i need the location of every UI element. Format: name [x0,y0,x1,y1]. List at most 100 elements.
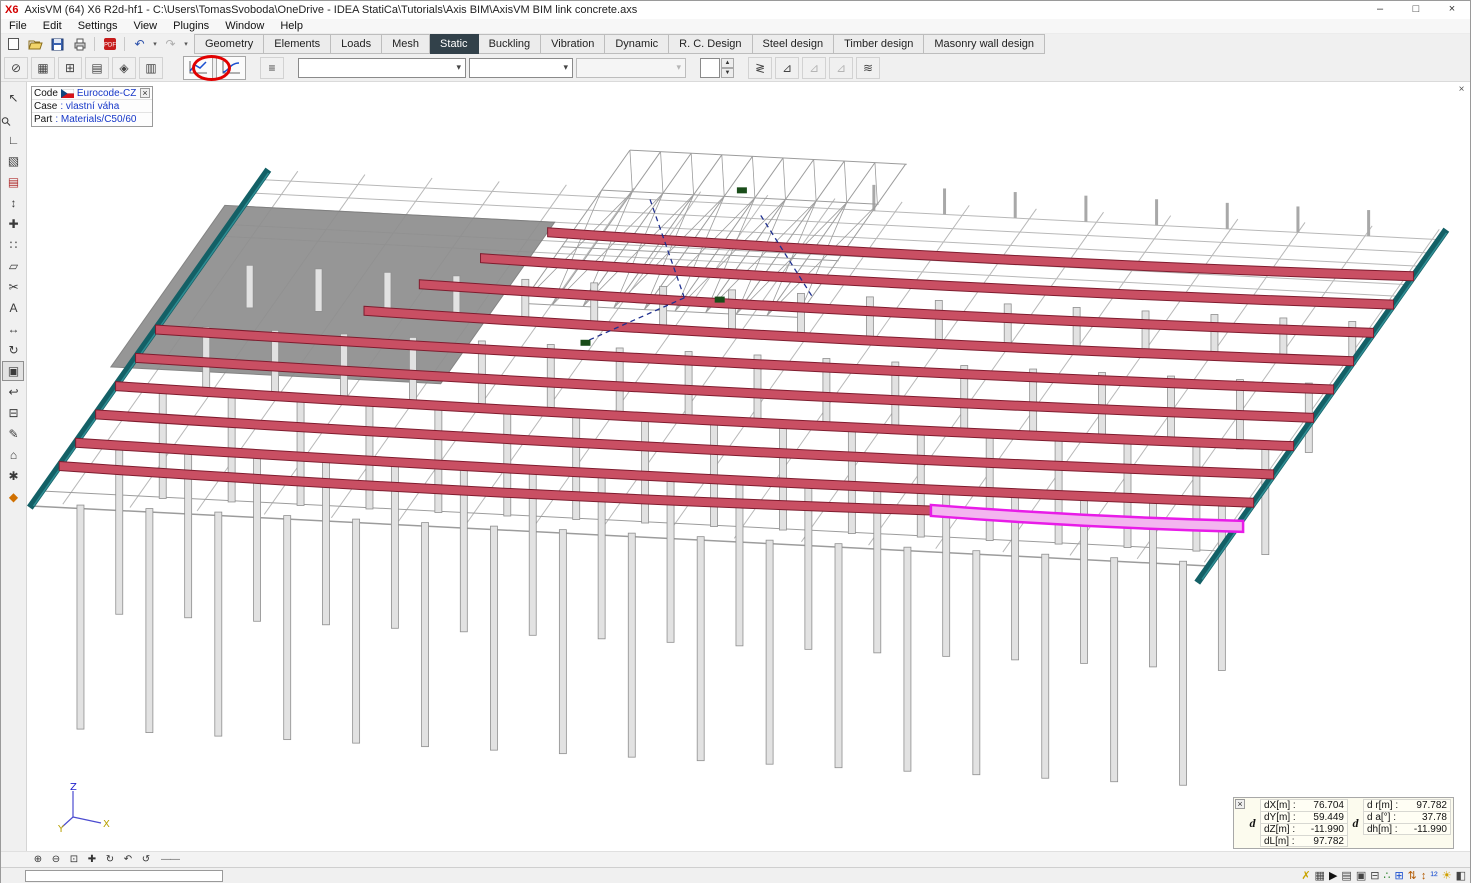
workplane-icon[interactable]: ▱ [2,256,24,276]
menu-settings[interactable]: Settings [70,19,126,34]
render-mode-icon[interactable]: ▣ [2,361,24,381]
coord-row[interactable]: dL[m] : 97.782 [1260,835,1348,847]
structural-grid-icon[interactable]: ⊞ [1394,869,1403,883]
menu-plugins[interactable]: Plugins [165,19,217,34]
coord-row[interactable]: dY[m] : 59.449 [1260,811,1348,823]
display-options-icon[interactable]: ▣ [1356,869,1366,883]
menu-edit[interactable]: Edit [35,19,70,34]
open-file-icon[interactable] [25,36,46,53]
coord-row[interactable]: d r[m] : 97.782 [1363,799,1451,811]
minmax-icon[interactable]: ≷ [748,57,772,79]
tab-steel-design[interactable]: Steel design [753,34,835,54]
cut-icon[interactable]: ✂ [2,277,24,297]
layers-icon[interactable]: ⊟ [1370,869,1379,883]
section-diagram-icon[interactable]: ⊿ [802,57,826,79]
envelope-diagram-icon[interactable]: ⊿ [829,57,853,79]
close-icon[interactable]: × [1456,84,1467,95]
dimension-icon[interactable]: ↔ [2,319,24,339]
undo-dropdown-icon[interactable]: ▾ [151,40,159,48]
tab-static[interactable]: Static [430,34,479,54]
table-browser-icon[interactable]: ⊟ [2,403,24,423]
nonlinear-static-analysis-button[interactable] [216,56,246,80]
display-mode-combo[interactable]: ▾ [469,58,573,78]
delete-results-icon[interactable]: ⊘ [4,57,28,79]
isosurface-icon[interactable]: ≋ [856,57,880,79]
coord-row[interactable]: dZ[m] : -11.990 [1260,823,1348,835]
close-icon[interactable]: × [1235,799,1245,809]
geometry-tools-icon[interactable]: ✚ [2,214,24,234]
coord-row[interactable]: dh[m] : -11.990 [1363,823,1451,835]
contour-icon[interactable]: ◧ [1456,869,1466,883]
zoom-window-icon[interactable]: ⊡ [67,854,81,865]
model-info-box[interactable]: Code Eurocode-CZ × Case : vlastní váha P… [31,86,153,127]
redo-dropdown-icon[interactable]: ▾ [182,40,190,48]
save-icon[interactable] [47,36,68,53]
units-icon[interactable]: ¹² [1430,869,1437,883]
color-legend-icon[interactable]: ▤ [85,57,109,79]
table-editor-icon[interactable]: ▦ [1315,869,1325,883]
rotate-icon[interactable]: ↻ [2,340,24,360]
snap-options-icon[interactable]: ∴ [1383,869,1390,883]
daylight-icon[interactable]: ☀ [1442,869,1452,883]
minimize-button[interactable]: – [1362,1,1398,19]
tab-vibration[interactable]: Vibration [541,34,605,54]
query-table-icon[interactable]: ⊞ [58,57,82,79]
model-viewport[interactable]: × Code Eurocode-CZ × Case : vlastní váha [27,82,1470,851]
tab-geometry[interactable]: Geometry [194,34,264,54]
snap-grid-icon[interactable]: ∷ [2,235,24,255]
close-button[interactable]: × [1434,1,1470,19]
previous-view-icon[interactable]: ↶ [121,854,135,865]
settings-icon[interactable]: ✱ [2,466,24,486]
model-info-icon[interactable]: ◆ [2,487,24,507]
spinner-up-icon[interactable]: ▲ [721,58,734,68]
parts-icon[interactable]: ▧ [2,151,24,171]
maximize-button[interactable]: □ [1398,1,1434,19]
palette-icon[interactable]: ◈ [112,57,136,79]
edit-icon[interactable]: ✎ [2,424,24,444]
redo-icon[interactable]: ↷ [160,36,181,53]
scale-spinner[interactable]: ▲ ▼ [700,58,734,78]
report-maker-icon[interactable]: ▤ [1341,869,1351,883]
result-tables-icon[interactable]: ▦ [31,57,55,79]
tab-mesh[interactable]: Mesh [382,34,430,54]
close-icon[interactable]: × [140,88,150,98]
load-case-list-icon[interactable]: ≡ [260,57,284,79]
tab-timber-design[interactable]: Timber design [834,34,924,54]
spinner-value[interactable] [700,58,720,78]
pan-icon[interactable]: ✚ [85,854,99,865]
coordinate-system-icon[interactable]: ∟ [2,130,24,150]
zoom-in-icon[interactable]: ⊕ [31,854,45,865]
tab-elements[interactable]: Elements [264,34,331,54]
spinner-down-icon[interactable]: ▼ [721,68,734,78]
undo-icon[interactable]: ↶ [129,36,150,53]
tab-dynamic[interactable]: Dynamic [605,34,669,54]
menu-window[interactable]: Window [217,19,272,34]
back-icon[interactable]: ↩ [2,382,24,402]
color-coding-icon[interactable]: ▤ [2,172,24,192]
result-component-combo[interactable]: ▾ [298,58,466,78]
rotate-view-icon[interactable]: ↻ [103,854,117,865]
diagram-display-icon[interactable]: ⊿ [775,57,799,79]
menu-view[interactable]: View [125,19,165,34]
levels-icon[interactable]: ↕ [1421,869,1427,883]
part-filter-icon[interactable]: ✗ [1301,869,1310,883]
reset-view-icon[interactable]: ↺ [139,854,153,865]
coord-row[interactable]: d a[°] : 37.78 [1363,811,1451,823]
coord-row[interactable]: dX[m] : 76.704 [1260,799,1348,811]
tab-masonry-wall-design[interactable]: Masonry wall design [924,34,1045,54]
linear-static-analysis-button[interactable] [183,56,213,80]
print-icon[interactable] [69,36,90,53]
structural-model-3d[interactable] [27,82,1471,851]
tab-buckling[interactable]: Buckling [479,34,542,54]
selection-info-field[interactable] [25,870,223,882]
coordinates-panel[interactable]: × d dX[m] : 76.704 dY[m] : 59.449 [1233,797,1454,849]
zoom-out-icon[interactable]: ⊖ [49,854,63,865]
menu-help[interactable]: Help [272,19,311,34]
storey-icon[interactable]: ⌂ [2,445,24,465]
run-analysis-icon[interactable]: ▶ [1329,869,1337,883]
display-parameters-icon[interactable]: ▥ [139,57,163,79]
text-annotation-icon[interactable]: A [2,298,24,318]
stories-icon[interactable]: ⇅ [1408,869,1417,883]
zoom-slider[interactable]: —— [157,854,183,865]
tab-rc-design[interactable]: R. C. Design [669,34,752,54]
